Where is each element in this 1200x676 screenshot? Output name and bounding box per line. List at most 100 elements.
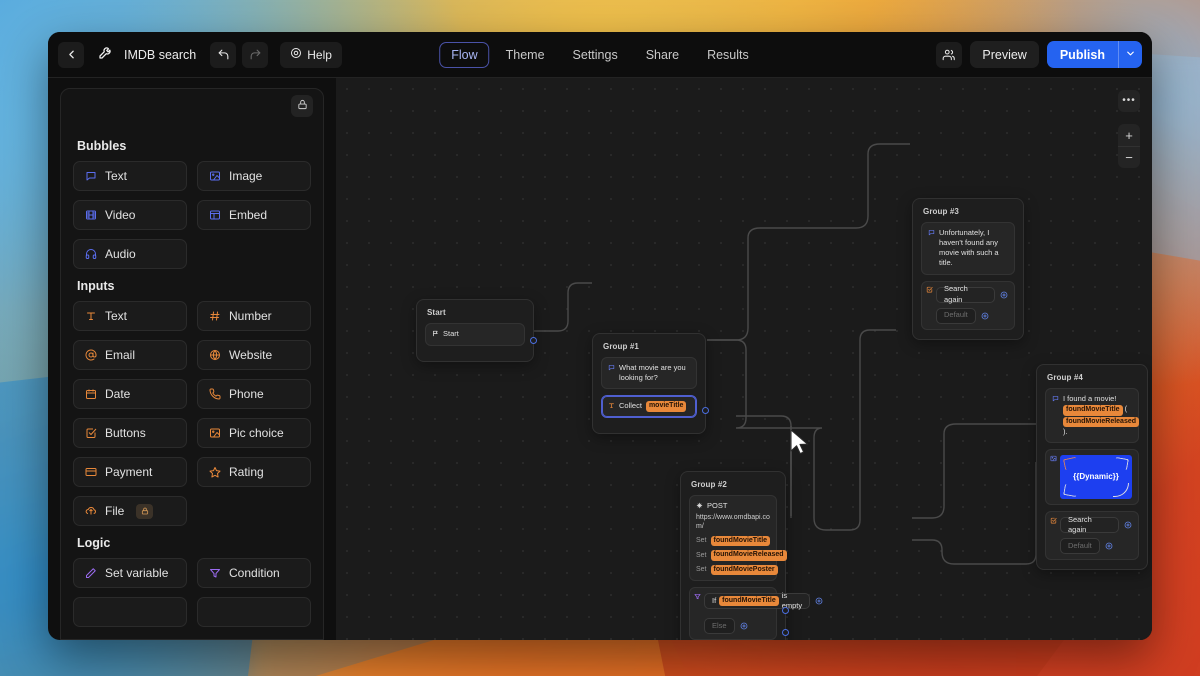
check-square-icon	[85, 427, 97, 439]
section-title-inputs: Inputs	[77, 279, 115, 293]
canvas-more-button[interactable]: •••	[1118, 90, 1140, 112]
condition-else-output-handle[interactable]	[782, 629, 789, 636]
block-input-rating[interactable]: Rating	[197, 457, 311, 487]
block-logic-extra-2[interactable]	[197, 597, 311, 627]
condition-if-pill[interactable]: If foundMovieTitle is empty	[704, 591, 811, 610]
sidebar-blocks-list[interactable]: Bubbles Text Image Video Embed Audio Inp…	[61, 123, 323, 639]
button-default-pill[interactable]: Default	[936, 307, 976, 324]
project-name[interactable]: IMDB search	[124, 48, 196, 62]
flow-group-start[interactable]: Start Start	[416, 299, 537, 362]
block-label: Phone	[229, 387, 264, 401]
condition-if-row[interactable]: If foundMovieTitle is empty	[704, 591, 823, 610]
image-corner-tl-icon	[1062, 457, 1079, 471]
collect-label: Collect	[619, 401, 642, 411]
flow-group-2[interactable]: Group #2 POST https://www.omdbapi.com/ S…	[680, 471, 823, 640]
block-logic-set-variable[interactable]: Set variable	[73, 558, 187, 588]
preview-button[interactable]: Preview	[970, 41, 1039, 68]
sidebar-lock-button[interactable]	[291, 95, 313, 117]
gear-icon[interactable]	[1105, 542, 1113, 550]
tab-share[interactable]: Share	[634, 42, 691, 68]
block-input-file[interactable]: File	[73, 496, 187, 526]
button-option-row[interactable]: Search again	[1060, 515, 1132, 534]
sidebar-header	[61, 89, 323, 123]
button-option-pill[interactable]: Search again	[936, 284, 995, 304]
redo-button[interactable]	[242, 41, 269, 68]
button-option-row[interactable]: Search again	[936, 284, 1008, 304]
text-bubble-block[interactable]: What movie are you looking for?	[601, 357, 697, 390]
buttons-input-block[interactable]: Search again Default	[1045, 511, 1139, 561]
text-bubble-vars-block[interactable]: I found a movie! foundMovieTitle (foundM…	[1045, 388, 1140, 444]
block-label: Image	[229, 169, 263, 183]
group1-output-handle[interactable]	[702, 406, 709, 414]
block-label: Text	[105, 309, 128, 323]
toolbar-right-group: Preview Publish	[936, 41, 1142, 68]
block-input-buttons[interactable]: Buttons	[73, 418, 187, 448]
lock-icon	[297, 97, 308, 115]
image-bubble-block[interactable]: {{Dynamic}}	[1045, 449, 1139, 506]
tab-results[interactable]: Results	[695, 42, 761, 68]
image-icon	[209, 170, 221, 182]
condition-block[interactable]: If foundMovieTitle is empty Else	[689, 587, 823, 640]
condition-if-output-handle[interactable]	[782, 607, 789, 614]
undo-button[interactable]	[210, 41, 237, 68]
zoom-in-button[interactable]: +	[1118, 124, 1140, 146]
check-square-icon	[1050, 517, 1057, 527]
block-input-number[interactable]: Number	[197, 301, 311, 331]
publish-button[interactable]: Publish	[1046, 41, 1118, 68]
start-output-handle[interactable]	[530, 336, 537, 344]
block-bubble-image[interactable]: Image	[197, 161, 311, 191]
zoom-out-button[interactable]: −	[1118, 146, 1140, 168]
start-block[interactable]: Start	[425, 323, 525, 346]
block-input-text[interactable]: Text	[73, 301, 187, 331]
block-input-phone[interactable]: Phone	[197, 379, 311, 409]
gear-icon[interactable]	[1000, 291, 1008, 299]
gear-icon[interactable]	[1124, 521, 1132, 529]
buttons-input-block[interactable]: Search again Default	[921, 280, 1015, 330]
tab-settings[interactable]: Settings	[561, 42, 630, 68]
text-bubble-block[interactable]: Unfortunately, I haven't found any movie…	[921, 222, 1015, 275]
block-input-website[interactable]: Website	[197, 340, 311, 370]
block-input-date[interactable]: Date	[73, 379, 187, 409]
blocks-sidebar: Bubbles Text Image Video Embed Audio Inp…	[60, 88, 324, 640]
block-logic-extra-1[interactable]	[73, 597, 187, 627]
condition-else-row[interactable]: Else	[704, 618, 748, 634]
tab-flow[interactable]: Flow	[439, 41, 490, 68]
gear-icon[interactable]	[815, 597, 823, 605]
block-bubble-embed[interactable]: Embed	[197, 200, 311, 230]
type-icon	[608, 402, 615, 412]
flow-group-4[interactable]: Group #4 I found a movie! foundMovieTitl…	[1036, 364, 1148, 571]
publish-dropdown-button[interactable]	[1118, 41, 1142, 68]
block-bubble-text[interactable]: Text	[73, 161, 187, 191]
button-option-pill[interactable]: Search again	[1060, 515, 1119, 534]
button-default-row[interactable]: Default	[1060, 538, 1113, 555]
gear-icon[interactable]	[981, 312, 989, 320]
variable-tag-foundmovietitle: foundMovieTitle	[719, 595, 779, 607]
bubbles-grid: Text Image Video Embed Audio	[73, 161, 311, 269]
chevron-left-icon	[65, 48, 78, 61]
condition-else-pill[interactable]: Else	[704, 618, 735, 634]
button-default-pill[interactable]: Default	[1060, 538, 1100, 555]
back-button[interactable]	[58, 41, 84, 68]
block-input-payment[interactable]: Payment	[73, 457, 187, 487]
block-logic-condition[interactable]: Condition	[197, 558, 311, 588]
block-label: Video	[105, 208, 136, 222]
block-input-pic-choice[interactable]: Pic choice	[197, 418, 311, 448]
help-button[interactable]: Help	[280, 41, 342, 68]
flow-canvas[interactable]: ••• + − Start Start Group #1 What movie …	[336, 78, 1152, 640]
gear-icon[interactable]	[740, 622, 748, 630]
tab-theme[interactable]: Theme	[494, 42, 557, 68]
text-input-block[interactable]: Collect movieTitle	[601, 395, 697, 418]
group-title: Group #1	[603, 342, 639, 351]
block-bubble-audio[interactable]: Audio	[73, 239, 187, 269]
app-body: Bubbles Text Image Video Embed Audio Inp…	[48, 78, 1152, 640]
block-bubble-video[interactable]: Video	[73, 200, 187, 230]
collaborators-button[interactable]	[936, 41, 963, 68]
flow-group-3[interactable]: Group #3 Unfortunately, I haven't found …	[912, 198, 1024, 340]
button-default-row[interactable]: Default	[936, 307, 989, 324]
flow-group-1[interactable]: Group #1 What movie are you looking for?…	[592, 333, 709, 434]
webhook-block[interactable]: POST https://www.omdbapi.com/ Set foundM…	[689, 495, 787, 581]
toolbar-left-group: IMDB search Help	[58, 41, 342, 68]
block-input-email[interactable]: Email	[73, 340, 187, 370]
star-icon	[209, 466, 221, 478]
group-title: Group #4	[1047, 373, 1083, 382]
